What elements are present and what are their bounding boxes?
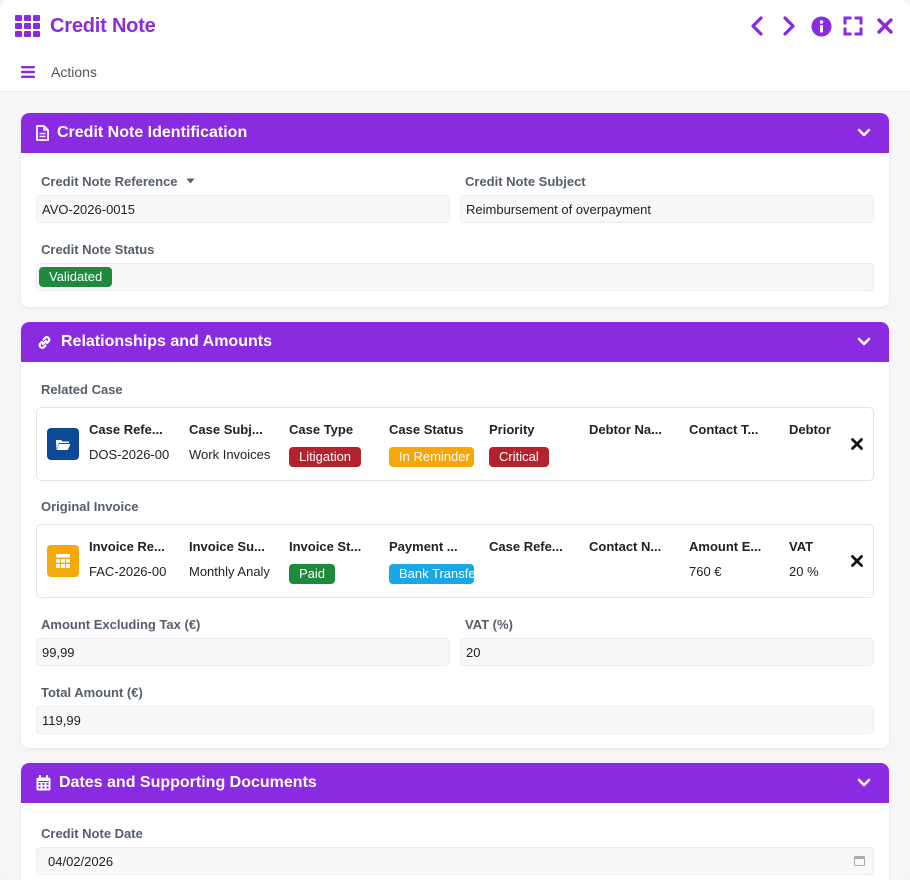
case-status-badge: In Reminder (389, 446, 474, 467)
column-header: Contact T... (689, 421, 759, 437)
amount-excl-label: Amount Excluding Tax (€) (41, 616, 201, 632)
form-content: Credit Note Identification Credit Note R… (0, 92, 910, 880)
amount-excl-field[interactable]: 99,99 (36, 638, 450, 666)
column-header: Case Refe... (489, 538, 563, 554)
previous-record-button[interactable] (746, 15, 768, 37)
invoice-reference: FAC-2026-00 (89, 563, 167, 579)
column-header: Payment ... (389, 538, 458, 554)
close-window-button[interactable] (874, 15, 896, 37)
chevron-left-icon (751, 16, 763, 36)
remove-relation-icon[interactable] (849, 553, 865, 569)
relationships-section-header[interactable]: Relationships and Amounts (21, 322, 889, 362)
credit-note-date-field[interactable]: 04/02/2026 (36, 847, 874, 875)
date-value: 04/02/2026 (48, 853, 114, 869)
priority-badge: Critical (489, 446, 549, 467)
info-button[interactable] (810, 15, 832, 37)
case-subject: Work Invoices (189, 446, 271, 462)
total-field: 119,99 (36, 706, 874, 734)
related-case-card[interactable]: Case Refe... DOS-2026-00 Case Subj... Work… (36, 407, 874, 481)
subject-field[interactable]: Reimbursement of overpayment (460, 195, 874, 223)
caret-down-icon[interactable] (186, 178, 195, 184)
expand-icon (843, 16, 863, 36)
status-field[interactable]: Validated (36, 263, 874, 291)
case-reference: DOS-2026-00 (89, 446, 170, 462)
dates-section: Dates and Supporting Documents Credit No… (21, 763, 889, 880)
invoice-subject: Monthly Analy (189, 563, 270, 579)
close-icon (877, 18, 893, 34)
column-header: Contact N... (589, 538, 662, 554)
column-header: VAT (789, 538, 814, 554)
invoice-table-icon (47, 545, 79, 577)
actions-menu-button[interactable]: Actions (21, 64, 97, 80)
identification-section-header[interactable]: Credit Note Identification (21, 113, 889, 153)
subject-label: Credit Note Subject (465, 173, 586, 189)
remove-relation-icon[interactable] (849, 436, 865, 452)
case-type-badge: Litigation (289, 446, 362, 467)
title-bar: Credit Note (0, 0, 910, 52)
window-title: Credit Note (50, 14, 156, 37)
reference-field[interactable]: AVO-2026-0015 (36, 195, 450, 223)
column-header: Case Status (389, 421, 464, 437)
invoice-status-badge: Paid (289, 563, 336, 584)
invoice-vat: 20 % (789, 563, 819, 579)
column-header: Invoice Su... (189, 538, 265, 554)
date-label: Credit Note Date (41, 825, 143, 841)
document-icon (36, 125, 49, 141)
invoice-amount: 760 € (689, 563, 722, 579)
section-title: Credit Note Identification (57, 124, 248, 141)
credit-note-window: Credit Note Actions Credit Note Identifi… (0, 0, 910, 880)
total-label: Total Amount (€) (41, 684, 143, 700)
column-header: Priority (489, 421, 535, 437)
vat-field[interactable]: 20 (460, 638, 874, 666)
related-case-label: Related Case (41, 382, 123, 397)
payment-method-badge: Bank Transfe (389, 563, 474, 584)
column-header: Invoice St... (289, 538, 362, 554)
original-invoice-label: Original Invoice (41, 499, 139, 514)
column-header: Case Subj... (189, 421, 263, 437)
column-header: Amount E... (689, 538, 762, 554)
status-label: Credit Note Status (41, 241, 155, 257)
section-title: Relationships and Amounts (61, 333, 272, 350)
hamburger-menu-icon (21, 65, 35, 78)
chevron-right-icon (783, 16, 795, 36)
identification-section: Credit Note Identification Credit Note R… (21, 113, 889, 307)
chevron-down-icon (857, 778, 871, 787)
date-picker-icon[interactable] (854, 855, 865, 866)
reference-label-text: Credit Note Reference (41, 173, 178, 189)
column-header: Invoice Re... (89, 538, 165, 554)
chevron-down-icon (857, 337, 871, 346)
column-header: Case Refe... (89, 421, 163, 437)
column-header: Case Type (289, 421, 354, 437)
info-icon (811, 16, 831, 36)
folder-icon (47, 428, 79, 460)
vat-label: VAT (%) (465, 616, 513, 632)
apps-grid-icon[interactable] (15, 15, 40, 37)
original-invoice-card[interactable]: Invoice Re... FAC-2026-00 Invoice Su... Mo… (36, 524, 874, 598)
section-title: Dates and Supporting Documents (59, 774, 317, 791)
calendar-icon (36, 775, 51, 791)
dates-section-header[interactable]: Dates and Supporting Documents (21, 763, 889, 803)
actions-bar: Actions (0, 52, 910, 92)
fullscreen-button[interactable] (842, 15, 864, 37)
chevron-down-icon (857, 128, 871, 137)
next-record-button[interactable] (778, 15, 800, 37)
relationships-section: Relationships and Amounts Related Case C… (21, 322, 889, 748)
actions-label: Actions (51, 63, 97, 80)
column-header: Debtor (789, 421, 831, 437)
reference-label: Credit Note Reference (36, 173, 450, 189)
column-header: Debtor Na... (589, 421, 662, 437)
status-badge: Validated (39, 267, 113, 287)
link-icon (38, 335, 51, 349)
